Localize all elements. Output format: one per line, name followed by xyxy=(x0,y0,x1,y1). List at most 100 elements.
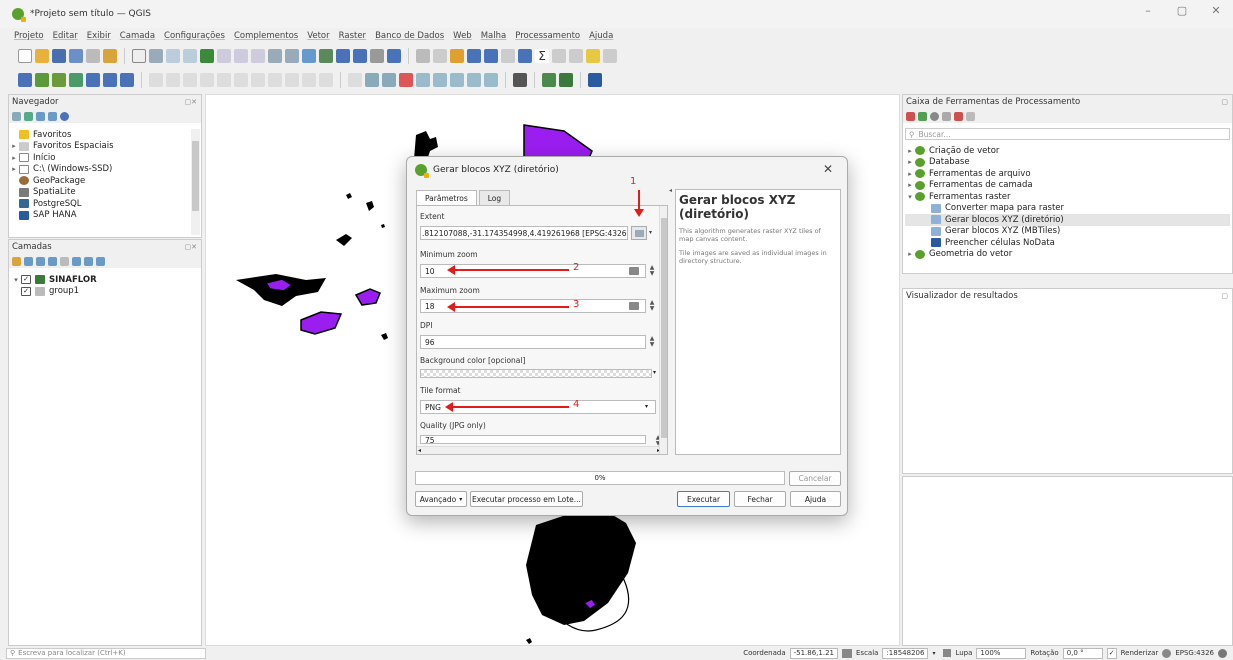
select-features-icon[interactable] xyxy=(433,49,447,63)
browser-item-favoritos-espaciais[interactable]: ▸ Favoritos Espaciais xyxy=(9,141,191,153)
vertex-tool-icon[interactable] xyxy=(217,73,231,87)
extent-input[interactable]: .812107088,-31.174354998,4.419261968 [EP… xyxy=(420,226,628,240)
map-tips-icon[interactable] xyxy=(569,49,583,63)
browser-item-drive[interactable]: ▸ C:\ (Windows-SSD) xyxy=(9,164,191,176)
expand-arrow[interactable]: ▸ xyxy=(905,158,915,166)
menu-processamento[interactable]: Processamento xyxy=(515,31,580,41)
refresh-map-icon[interactable] xyxy=(387,49,401,63)
add-mesh-layer-icon[interactable] xyxy=(103,73,117,87)
menu-projeto[interactable]: Projeto xyxy=(14,31,44,41)
models-icon[interactable] xyxy=(906,111,915,121)
rotation-field[interactable]: 0,0 ° xyxy=(1062,647,1103,659)
minimize-button[interactable]: – xyxy=(1131,4,1165,17)
zoom-full-icon[interactable] xyxy=(200,49,214,63)
zoom-next-icon[interactable] xyxy=(285,49,299,63)
chevron-down-icon[interactable]: ▾ xyxy=(932,650,935,657)
open-layer-styling-icon[interactable] xyxy=(12,256,21,266)
add-raster-layer-icon[interactable] xyxy=(86,73,100,87)
menu-raster[interactable]: Raster xyxy=(339,31,366,41)
expand-arrow[interactable]: ▸ xyxy=(905,181,915,189)
show-hide-labels-icon[interactable] xyxy=(433,73,447,87)
scrollbar-thumb[interactable] xyxy=(661,218,667,438)
browser-item-spatialite[interactable]: SpatiaLite xyxy=(9,187,191,199)
checkbox-checked-icon[interactable]: ✓ xyxy=(21,275,31,285)
toolbox-algorithm[interactable]: Converter mapa para raster xyxy=(905,203,1230,215)
undo-icon[interactable] xyxy=(302,73,316,87)
toolbox-algorithm[interactable]: Gerar blocos XYZ (MBTiles) xyxy=(905,226,1230,238)
extent-selector-button[interactable] xyxy=(631,226,647,240)
results-viewer-icon[interactable] xyxy=(942,111,951,121)
coordinate-field[interactable]: -51.86,1.21 xyxy=(789,647,838,659)
layer-labeling-icon[interactable] xyxy=(365,73,379,87)
add-vector-layer-icon[interactable] xyxy=(69,73,83,87)
render-checkbox[interactable]: ✓ xyxy=(1106,647,1117,659)
menu-malha[interactable]: Malha xyxy=(481,31,507,41)
rotate-label-icon[interactable] xyxy=(467,73,481,87)
close-window-button[interactable]: ✕ xyxy=(1199,4,1233,17)
browser-scrollbar[interactable] xyxy=(191,129,200,235)
dpi-input[interactable]: 96 xyxy=(420,335,646,349)
delete-selected-icon[interactable] xyxy=(234,73,248,87)
scrollbar-thumb[interactable] xyxy=(192,141,199,211)
zoom-last-icon[interactable] xyxy=(268,49,282,63)
maximize-button[interactable]: ▢ xyxy=(1165,4,1199,17)
menu-banco-de-dados[interactable]: Banco de Dados xyxy=(375,31,444,41)
menu-exibir[interactable]: Exibir xyxy=(87,31,111,41)
collapse-arrow[interactable]: ▾ xyxy=(11,276,21,284)
advanced-button[interactable]: Avançado ▾ xyxy=(415,491,467,507)
grid-plugin-icon[interactable] xyxy=(588,73,602,87)
open-attribute-table-icon[interactable] xyxy=(484,49,498,63)
filter-legend-icon[interactable] xyxy=(48,256,57,266)
toolbox-algorithm-selected[interactable]: Gerar blocos XYZ (diretório) xyxy=(905,214,1230,226)
cancel-button[interactable]: Cancelar xyxy=(789,471,841,486)
toolbox-item[interactable]: ▸ Criação de vetor xyxy=(905,145,1230,157)
redo-icon[interactable] xyxy=(319,73,333,87)
menu-complementos[interactable]: Complementos xyxy=(234,31,298,41)
collapse-all-icon[interactable] xyxy=(84,256,93,266)
checkbox-checked-icon[interactable]: ✓ xyxy=(21,286,31,296)
browser-item-inicio[interactable]: ▸ Início xyxy=(9,152,191,164)
menu-web[interactable]: Web xyxy=(453,31,472,41)
quality-input[interactable]: 75 xyxy=(420,435,646,444)
text-annotation-icon[interactable] xyxy=(603,49,617,63)
print-layout-icon[interactable] xyxy=(86,49,100,63)
layer-group1[interactable]: ✓ group1 xyxy=(11,286,97,298)
menu-camada[interactable]: Camada xyxy=(120,31,155,41)
save-project-icon[interactable] xyxy=(52,49,66,63)
toggle-extents-icon[interactable] xyxy=(842,648,852,658)
identify-icon[interactable] xyxy=(416,49,430,63)
menu-ajuda[interactable]: Ajuda xyxy=(589,31,613,41)
sum-icon[interactable]: Σ xyxy=(535,49,549,63)
toolbox-item[interactable]: ▸ Database xyxy=(905,157,1230,169)
zoom-out-icon[interactable] xyxy=(183,49,197,63)
edit-features-in-place-icon[interactable] xyxy=(954,111,963,121)
field-calculator-icon[interactable] xyxy=(501,49,515,63)
python-console-icon[interactable] xyxy=(513,73,527,87)
toolbox-algorithm[interactable]: Preencher células NoData xyxy=(905,237,1230,249)
zoom-in-icon[interactable] xyxy=(166,49,180,63)
zoom-selection-icon[interactable] xyxy=(217,49,231,63)
clear-value-icon[interactable] xyxy=(629,267,639,275)
layer-diagram-icon[interactable] xyxy=(382,73,396,87)
spinbox-arrows-icon[interactable]: ▲ ▼ xyxy=(647,264,657,278)
options-icon[interactable] xyxy=(966,111,975,121)
messages-icon[interactable] xyxy=(1218,648,1227,658)
new-map-view-icon[interactable] xyxy=(302,49,316,63)
toolbox-item[interactable]: ▸ Ferramentas de camada xyxy=(905,180,1230,192)
save-edits-icon[interactable] xyxy=(166,73,180,87)
expand-arrow[interactable]: ▸ xyxy=(905,250,915,258)
panel-float-icon[interactable]: ▢ xyxy=(1221,292,1228,300)
add-group-icon[interactable] xyxy=(24,256,33,266)
layer-group-sinaflor[interactable]: ▾ ✓ SINAFLOR xyxy=(11,274,96,286)
parameters-scrollbar[interactable] xyxy=(659,206,667,454)
panel-float-icon[interactable]: ▢ xyxy=(1221,98,1228,106)
crs-button[interactable]: EPSG:4326 xyxy=(1175,649,1214,657)
manage-visibility-icon[interactable] xyxy=(36,256,45,266)
filter-by-expression-icon[interactable] xyxy=(60,256,69,266)
scroll-left-icon[interactable]: ◂ xyxy=(418,447,421,454)
show-bookmarks-icon[interactable] xyxy=(353,49,367,63)
deselect-icon[interactable] xyxy=(467,49,481,63)
move-label-icon[interactable] xyxy=(450,73,464,87)
collapse-arrow[interactable]: ▾ xyxy=(905,193,915,201)
batch-process-button[interactable]: Executar processo em Lote... xyxy=(470,491,583,507)
